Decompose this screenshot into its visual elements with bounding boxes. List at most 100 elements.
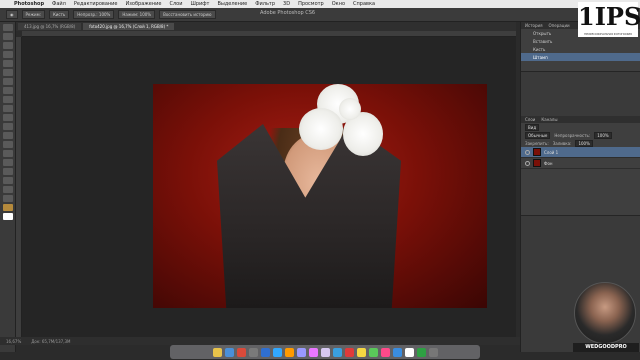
presenter-webcam: [574, 282, 636, 344]
dock-app-icon[interactable]: [272, 347, 282, 357]
blur-tool-icon[interactable]: [3, 132, 13, 139]
history-item[interactable]: Штамп: [521, 53, 640, 61]
crop-tool-icon[interactable]: [3, 60, 13, 67]
dock-app-icon[interactable]: [392, 347, 402, 357]
eraser-tool-icon[interactable]: [3, 114, 13, 121]
dock-app-icon[interactable]: [296, 347, 306, 357]
dock-app-icon[interactable]: [416, 347, 426, 357]
fill-input[interactable]: 100%: [575, 139, 593, 147]
background-color-swatch[interactable]: [3, 213, 13, 220]
menu-item-filter[interactable]: Фильтр: [255, 1, 275, 7]
type-tool-icon[interactable]: [3, 159, 13, 166]
panel-gap: [521, 72, 640, 116]
blend-row: Обычные Непрозрачность: 100%: [521, 131, 640, 139]
menu-item-edit[interactable]: Редактирование: [74, 1, 118, 7]
dock-app-icon[interactable]: [236, 347, 246, 357]
hand-tool-icon[interactable]: [3, 186, 13, 193]
brush-tool-icon[interactable]: [3, 87, 13, 94]
doc-size-readout[interactable]: Док: 65,7M/137,3M: [31, 339, 70, 344]
menu-item-type[interactable]: Шрифт: [190, 1, 209, 7]
mode-label[interactable]: Режим:: [21, 10, 45, 19]
zoom-tool-icon[interactable]: [3, 195, 13, 202]
restore-history-checkbox[interactable]: Восстановить историю: [159, 10, 216, 19]
dock-app-icon[interactable]: [284, 347, 294, 357]
dock-app-icon[interactable]: [368, 347, 378, 357]
dock-app-icon[interactable]: [344, 347, 354, 357]
image-flower: [299, 108, 343, 150]
lock-label: Закрепить:: [525, 140, 549, 146]
move-tool-icon[interactable]: [3, 24, 13, 31]
eye-icon[interactable]: [525, 160, 530, 166]
brush-dropdown[interactable]: Кисть: [48, 10, 70, 19]
tab-history[interactable]: История: [525, 23, 543, 28]
history-item[interactable]: Вставить: [521, 37, 640, 45]
marquee-tool-icon[interactable]: [3, 33, 13, 40]
dock-app-icon[interactable]: [380, 347, 390, 357]
layer-name: Слой 1: [544, 149, 559, 155]
menu-item-select[interactable]: Выделение: [217, 1, 247, 7]
layer-kind-filter[interactable]: Вид: [525, 123, 540, 131]
layers-panel: Слои Каналы Вид Обычные Непрозрачность: …: [521, 116, 640, 216]
menu-app-name[interactable]: Photoshop: [14, 1, 44, 7]
menu-item-help[interactable]: Справка: [353, 1, 375, 7]
layers-panel-header: Слои Каналы: [521, 116, 640, 123]
eye-icon[interactable]: [525, 149, 530, 155]
layer-name: Фон: [544, 160, 553, 166]
shape-tool-icon[interactable]: [3, 177, 13, 184]
opacity-input[interactable]: 100%: [594, 131, 612, 139]
zoom-readout[interactable]: 16,67%: [6, 339, 21, 344]
tab-actions[interactable]: Операции: [549, 23, 570, 28]
dock-app-icon[interactable]: [308, 347, 318, 357]
dock-app-icon[interactable]: [404, 347, 414, 357]
clone-stamp-tool-icon[interactable]: [3, 96, 13, 103]
lock-row: Закрепить: Заливка: 100%: [521, 139, 640, 147]
opacity-field[interactable]: Непрозр.: 100%: [73, 10, 115, 19]
tools-panel: [0, 22, 16, 352]
dock-app-icon[interactable]: [224, 347, 234, 357]
layer-row[interactable]: Фон: [521, 158, 640, 169]
image-flower: [339, 98, 361, 120]
mac-menubar: Photoshop Файл Редактирование Изображени…: [0, 0, 640, 8]
tab-layers[interactable]: Слои: [525, 117, 535, 122]
dock-app-icon[interactable]: [248, 347, 258, 357]
dock-app-icon[interactable]: [320, 347, 330, 357]
menu-item-image[interactable]: Изображение: [126, 1, 162, 7]
menu-item-3d[interactable]: 3D: [283, 1, 290, 7]
history-item[interactable]: Кисть: [521, 45, 640, 53]
doc-tab-foto420[interactable]: foto420.jpg @ 16,7% (Слой 1, RGB/8) *: [83, 23, 175, 30]
menu-item-view[interactable]: Просмотр: [298, 1, 324, 7]
pressure-field[interactable]: Нажим: 100%: [118, 10, 156, 19]
menu-item-layers[interactable]: Слои: [169, 1, 182, 7]
document-image[interactable]: [153, 84, 487, 308]
mac-dock: [170, 345, 480, 359]
window-title: Adobe Photoshop CS6: [260, 10, 316, 16]
options-bar: ◉ Режим: Кисть Непрозр.: 100% Нажим: 100…: [0, 8, 640, 22]
quick-select-tool-icon[interactable]: [3, 51, 13, 58]
doc-tab-413[interactable]: 413.jpg @ 16,7% (RGB/8): [18, 23, 82, 30]
lasso-tool-icon[interactable]: [3, 42, 13, 49]
dodge-tool-icon[interactable]: [3, 141, 13, 148]
layer-thumbnail: [533, 148, 541, 156]
layer-row[interactable]: Слой 1: [521, 147, 640, 158]
dock-app-icon[interactable]: [212, 347, 222, 357]
path-select-tool-icon[interactable]: [3, 168, 13, 175]
layer-thumbnail: [533, 159, 541, 167]
healing-tool-icon[interactable]: [3, 78, 13, 85]
menu-item-window[interactable]: Окно: [332, 1, 345, 7]
dock-app-icon[interactable]: [260, 347, 270, 357]
channel-watermark: WEDGOODPRO: [573, 343, 639, 352]
fill-label: Заливка:: [552, 140, 572, 146]
menu-item-file[interactable]: Файл: [52, 1, 66, 7]
brush-preset-button[interactable]: ◉: [6, 10, 18, 19]
tab-channels[interactable]: Каналы: [541, 117, 557, 122]
foreground-color-swatch[interactable]: [3, 204, 13, 211]
dock-app-icon[interactable]: [356, 347, 366, 357]
dock-app-icon[interactable]: [428, 347, 438, 357]
dock-app-icon[interactable]: [332, 347, 342, 357]
ips-logo: 1IPS: [578, 2, 640, 36]
history-brush-tool-icon[interactable]: [3, 105, 13, 112]
gradient-tool-icon[interactable]: [3, 123, 13, 130]
pen-tool-icon[interactable]: [3, 150, 13, 157]
blend-mode-select[interactable]: Обычные: [525, 131, 551, 139]
eyedropper-tool-icon[interactable]: [3, 69, 13, 76]
